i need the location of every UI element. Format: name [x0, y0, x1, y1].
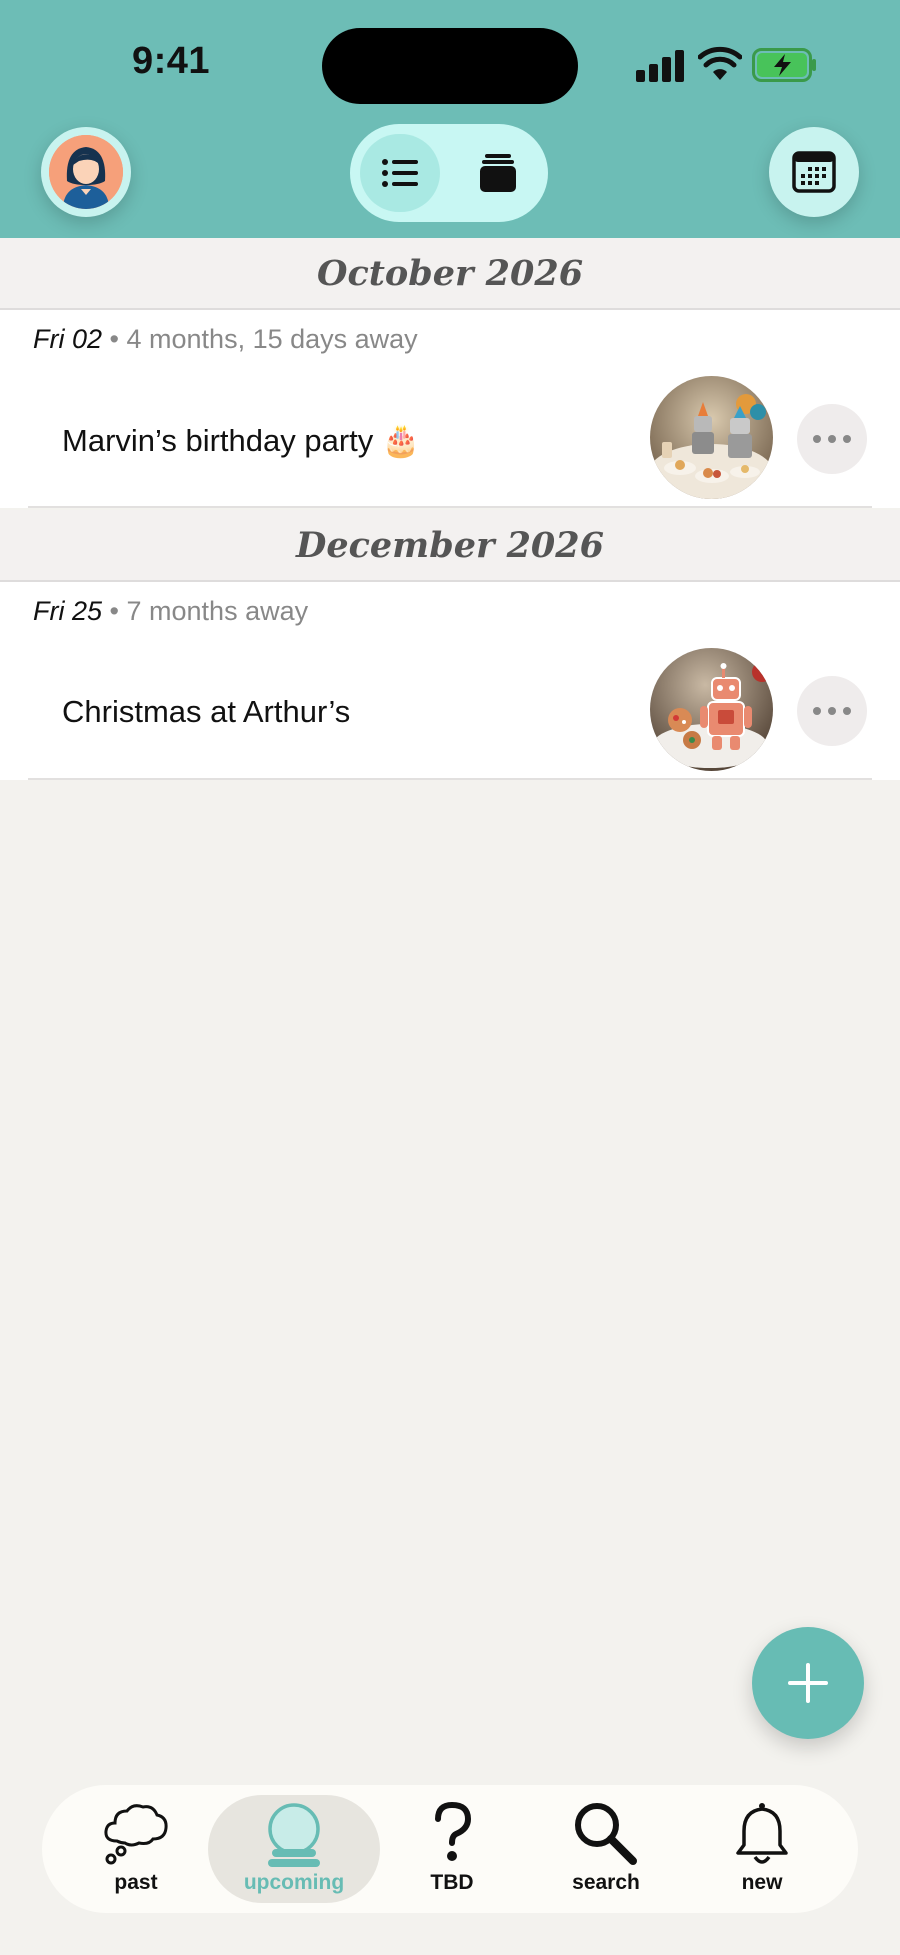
tab-past[interactable]: past: [72, 1785, 200, 1913]
month-header-december: December 2026: [0, 510, 900, 582]
list-icon: [382, 159, 418, 187]
event-date: Fri 25 • 7 months away: [33, 596, 308, 627]
event-row[interactable]: Fri 02 • 4 months, 15 days away Marvin’s…: [0, 310, 900, 508]
view-mode-toggle[interactable]: [350, 124, 548, 222]
tab-label: new: [741, 1871, 783, 1894]
add-event-button[interactable]: [752, 1627, 864, 1739]
battery-charging-icon: [752, 48, 816, 82]
row-divider: [28, 506, 872, 508]
thought-cloud-icon: [104, 1804, 168, 1865]
event-title[interactable]: Marvin’s birthday party 🎂: [62, 422, 420, 459]
dot: [813, 707, 821, 715]
cellular-signal-icon: [636, 50, 684, 82]
question-mark-icon: [435, 1801, 472, 1861]
more-options-button[interactable]: [797, 404, 867, 474]
event-day: Fri 02: [33, 324, 103, 354]
event-row[interactable]: Fri 25 • 7 months away Christmas at Arth…: [0, 582, 900, 780]
tab-label: past: [114, 1871, 158, 1894]
dot: [843, 707, 851, 715]
list-view-button[interactable]: [360, 134, 440, 212]
tab-tbd[interactable]: TBD: [388, 1785, 516, 1913]
card-view-button[interactable]: [458, 134, 538, 212]
calendar-button[interactable]: [769, 127, 859, 217]
tab-label: TBD: [430, 1871, 474, 1894]
calendar-icon: [792, 151, 836, 193]
row-divider: [28, 778, 872, 780]
event-photo[interactable]: [650, 648, 773, 771]
stack-icon: [480, 154, 516, 192]
bullet-separator: •: [109, 596, 127, 626]
dot: [828, 707, 836, 715]
event-relative-time: 7 months away: [126, 596, 309, 626]
wifi-icon: [698, 46, 742, 80]
woman-avatar-icon: [49, 135, 123, 209]
top-header: 9:41: [0, 0, 900, 238]
tab-label: upcoming: [243, 1871, 345, 1894]
robot-gingerbread-cookie-photo: [650, 648, 773, 771]
dot: [813, 435, 821, 443]
bullet-separator: •: [109, 324, 127, 354]
bottom-tab-bar: past upcoming TBD search new: [42, 1785, 858, 1913]
event-photo[interactable]: [650, 376, 773, 499]
plus-icon: [788, 1663, 828, 1703]
event-relative-time: 4 months, 15 days away: [126, 324, 418, 354]
dynamic-island: [322, 28, 578, 104]
tab-new[interactable]: new: [698, 1785, 826, 1913]
event-title[interactable]: Christmas at Arthur’s: [62, 694, 350, 730]
dot: [843, 435, 851, 443]
search-icon: [575, 1803, 637, 1865]
tab-search[interactable]: search: [542, 1785, 670, 1913]
tab-label: search: [572, 1871, 640, 1894]
crystal-ball-icon: [268, 1803, 320, 1867]
dot: [828, 435, 836, 443]
event-date: Fri 02 • 4 months, 15 days away: [33, 324, 418, 355]
robot-birthday-party-photo: [650, 376, 773, 499]
tab-upcoming[interactable]: upcoming: [208, 1785, 380, 1913]
more-options-button[interactable]: [797, 676, 867, 746]
profile-avatar-button[interactable]: [41, 127, 131, 217]
status-time: 9:41: [132, 40, 211, 82]
event-day: Fri 25: [33, 596, 103, 626]
month-header-october: October 2026: [0, 238, 900, 310]
bell-icon: [736, 1803, 788, 1864]
